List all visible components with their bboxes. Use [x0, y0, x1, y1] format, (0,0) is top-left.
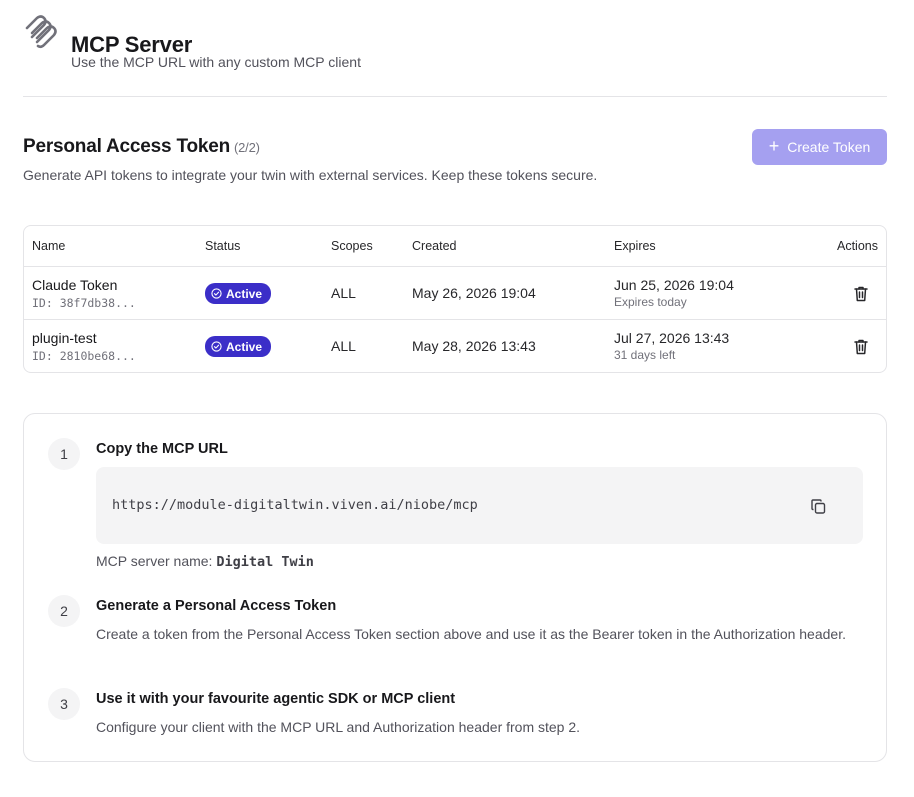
step-description: Create a token from the Personal Access … — [96, 626, 846, 642]
trash-icon[interactable] — [853, 338, 869, 355]
column-header-scopes: Scopes — [331, 239, 373, 253]
section-description: Generate API tokens to integrate your tw… — [23, 167, 598, 183]
step-title: Generate a Personal Access Token — [96, 598, 337, 614]
column-header-actions: Actions — [837, 239, 878, 253]
token-name: Claude Token — [32, 277, 118, 293]
token-expires-cell: Jul 27, 2026 13:43 31 days left — [614, 330, 729, 362]
page-subtitle: Use the MCP URL with any custom MCP clie… — [71, 54, 361, 70]
trash-icon[interactable] — [853, 285, 869, 302]
step-title: Copy the MCP URL — [96, 441, 228, 457]
tokens-table: Name Status Scopes Created Expires Actio… — [23, 225, 887, 373]
token-name-cell: Claude Token ID: 38f7db38... — [32, 277, 136, 310]
section-title: Personal Access Token (2/2) — [23, 136, 260, 158]
token-id: ID: 38f7db38... — [32, 296, 136, 310]
page-header: MCP Server Use the MCP URL with any cust… — [23, 14, 887, 97]
status-label: Active — [226, 286, 263, 301]
copy-url-button[interactable] — [807, 495, 829, 517]
step-number: 2 — [48, 595, 80, 627]
token-expires-cell: Jun 25, 2026 19:04 Expires today — [614, 277, 734, 309]
token-id: ID: 2810be68... — [32, 349, 136, 363]
plus-icon: + — [768, 136, 780, 156]
token-expires-note: Expires today — [614, 295, 687, 309]
create-token-button[interactable]: + Create Token — [752, 129, 887, 165]
section-title-text: Personal Access Token — [23, 136, 231, 157]
token-scopes: ALL — [331, 285, 356, 301]
token-name-cell: plugin-test ID: 2810be68... — [32, 330, 136, 363]
token-created: May 28, 2026 13:43 — [412, 338, 536, 354]
column-header-created: Created — [412, 239, 457, 253]
step-title: Use it with your favourite agentic SDK o… — [96, 691, 456, 707]
token-expires-note: 31 days left — [614, 348, 676, 362]
step-number: 1 — [48, 438, 80, 470]
check-circle-icon — [211, 288, 222, 299]
column-header-status: Status — [205, 239, 241, 253]
step-number: 3 — [48, 688, 80, 720]
setup-steps-card: 1 Copy the MCP URL https://module-digita… — [23, 413, 887, 762]
token-name: plugin-test — [32, 330, 97, 346]
token-created: May 26, 2026 19:04 — [412, 285, 536, 301]
copy-icon — [810, 498, 825, 514]
token-expires: Jun 25, 2026 19:04 — [614, 277, 734, 293]
column-header-expires: Expires — [614, 239, 656, 253]
step-description: Configure your client with the MCP URL a… — [96, 719, 581, 735]
mcp-url-box: https://module-digitaltwin.viven.ai/niob… — [96, 467, 863, 544]
token-count: (2/2) — [234, 140, 260, 155]
server-name-value: Digital Twin — [216, 554, 314, 570]
status-badge: Active — [205, 336, 272, 357]
token-scopes: ALL — [331, 338, 356, 354]
check-circle-icon — [211, 341, 222, 352]
table-header-row: Name Status Scopes Created Expires Actio… — [24, 226, 886, 267]
server-name-label: MCP server name: — [96, 553, 213, 569]
mcp-server-name: MCP server name: Digital Twin — [96, 553, 314, 570]
create-token-label: Create Token — [787, 139, 871, 155]
status-label: Active — [226, 339, 263, 354]
status-badge: Active — [205, 283, 272, 304]
table-row: Claude Token ID: 38f7db38... Active ALL … — [24, 267, 886, 320]
column-header-name: Name — [32, 239, 66, 253]
table-row: plugin-test ID: 2810be68... Active ALL M… — [24, 320, 886, 372]
paperclip-stack-icon — [25, 15, 57, 49]
mcp-url[interactable]: https://module-digitaltwin.viven.ai/niob… — [112, 497, 478, 513]
token-expires: Jul 27, 2026 13:43 — [614, 330, 730, 346]
